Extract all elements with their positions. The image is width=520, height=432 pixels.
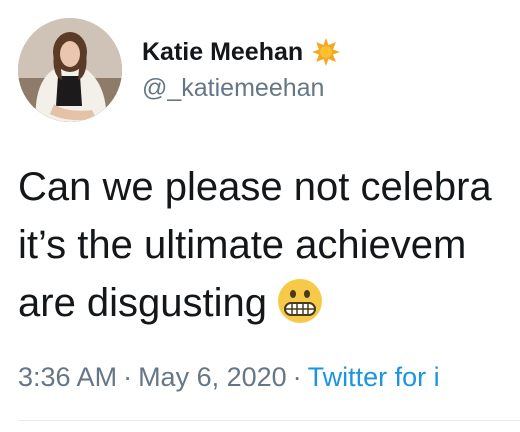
tweet-card: Katie Meehan @_katiemeehan Can we please…	[0, 0, 520, 432]
tweet-line-last: are disgusting	[18, 274, 492, 332]
avatar[interactable]	[18, 18, 122, 122]
meta-separator: ·	[123, 362, 133, 392]
tweet-line: it’s the ultimate achievem	[18, 223, 467, 267]
tweet-date[interactable]: May 6, 2020	[138, 362, 287, 392]
author-name-row[interactable]: Katie Meehan	[142, 36, 341, 68]
tweet-time[interactable]: 3:36 AM	[18, 362, 117, 392]
tweet-line: Can we please not celebra	[18, 165, 492, 209]
author-display-name[interactable]: Katie Meehan	[142, 38, 303, 67]
verified-sun-badge-icon	[311, 37, 341, 67]
grimacing-face-icon	[277, 278, 323, 324]
meta-separator: ·	[292, 362, 302, 392]
divider	[18, 420, 520, 421]
tweet-line-text: are disgusting	[18, 281, 268, 325]
tweet-text: Can we please not celebra it’s the ultim…	[18, 158, 492, 332]
author-handle[interactable]: @_katiemeehan	[142, 74, 324, 103]
tweet-source-link[interactable]: Twitter for i	[308, 362, 440, 392]
tweet-meta: 3:36 AM · May 6, 2020 · Twitter for i	[18, 362, 440, 393]
